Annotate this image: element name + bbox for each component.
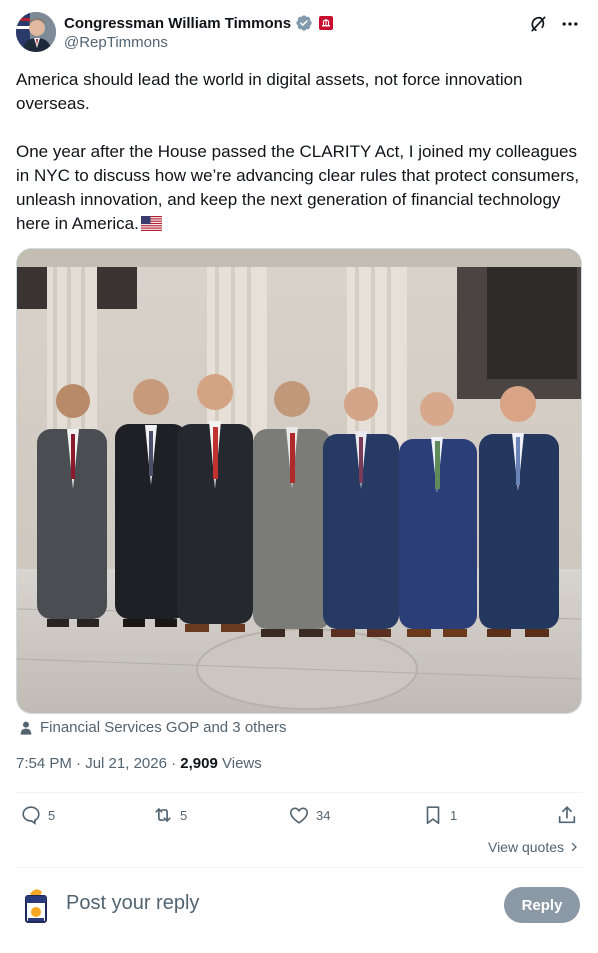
reply-input[interactable]: Post your reply: [66, 892, 199, 915]
reply-submit-button[interactable]: Reply: [504, 887, 580, 923]
meta-separator: ·: [71, 755, 86, 772]
display-name-row: Congressman William Timmons: [64, 13, 334, 33]
tweet-meta: 7:54 PM · Jul 21, 2026 · 2,909 Views: [16, 755, 262, 772]
divider: [16, 867, 582, 868]
government-badge-icon[interactable]: [319, 16, 334, 30]
us-flag-icon: [140, 216, 162, 231]
author-names: Congressman William Timmons @RepTimmons: [64, 13, 334, 51]
tweet-time[interactable]: 7:54 PM: [16, 755, 72, 772]
group-photo-illustration: [17, 249, 581, 713]
share-icon: [558, 806, 576, 824]
views-label: Views: [217, 755, 262, 772]
meta-separator: ·: [166, 755, 181, 772]
bookmark-count: 1: [450, 807, 458, 823]
more-options-icon[interactable]: [558, 12, 582, 36]
user-avatar[interactable]: [16, 884, 56, 924]
bookmark-button[interactable]: 1: [422, 804, 457, 826]
author-handle[interactable]: @RepTimmons: [64, 34, 333, 51]
divider: [16, 792, 582, 793]
tagged-users-text: Financial Services GOP and 3 others: [40, 719, 287, 736]
repost-icon: [155, 808, 171, 822]
view-quotes-link[interactable]: View quotes: [488, 839, 580, 855]
header-actions: [526, 12, 582, 36]
tagged-users[interactable]: Financial Services GOP and 3 others: [18, 719, 287, 736]
reply-button[interactable]: 5: [20, 804, 55, 826]
like-button[interactable]: 34: [288, 804, 330, 826]
grok-icon[interactable]: [526, 12, 550, 36]
repost-button[interactable]: 5: [152, 804, 187, 826]
reply-icon: [22, 806, 40, 825]
person-icon: [20, 721, 32, 735]
bookmark-icon: [426, 806, 440, 825]
tweet-header: Congressman William Timmons @RepTimmons: [16, 12, 582, 54]
reply-count: 5: [48, 807, 56, 823]
action-bar: 5 5 34 1: [16, 804, 582, 830]
author-display-name[interactable]: Congressman William Timmons: [64, 15, 291, 32]
repost-count: 5: [180, 807, 188, 823]
share-button[interactable]: [556, 804, 578, 826]
verified-badge-icon[interactable]: [295, 14, 313, 32]
author-avatar[interactable]: [16, 12, 56, 52]
tweet-paragraph-2-text: One year after the House passed the CLAR…: [16, 142, 580, 233]
views-count: 2,909: [180, 755, 218, 772]
tweet-photo[interactable]: [16, 248, 582, 714]
tweet-paragraph-2: One year after the House passed the CLAR…: [16, 140, 582, 236]
heart-icon: [289, 807, 309, 824]
chevron-right-icon: [571, 842, 577, 852]
tweet-paragraph-1: America should lead the world in digital…: [16, 70, 523, 113]
view-quotes-label: View quotes: [487, 839, 564, 855]
tweet-text: America should lead the world in digital…: [16, 68, 582, 236]
tweet-date[interactable]: Jul 21, 2026: [85, 755, 167, 772]
like-count: 34: [316, 807, 331, 823]
